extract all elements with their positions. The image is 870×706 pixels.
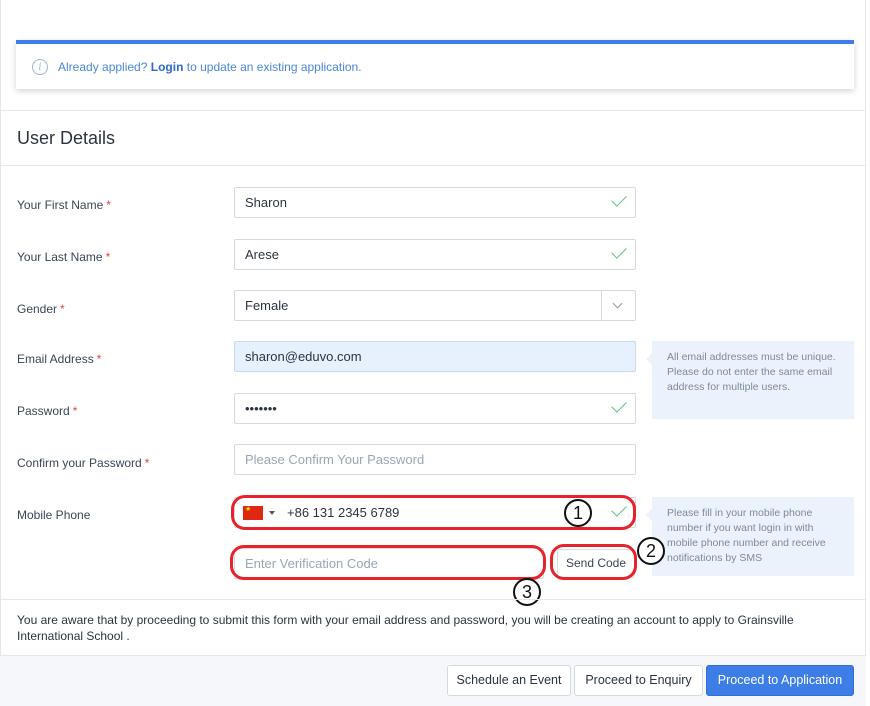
verification-code-input[interactable]: Enter Verification Code (234, 548, 544, 579)
required-marker: * (106, 198, 111, 212)
confirm-password-input[interactable]: Please Confirm Your Password (234, 444, 636, 475)
section-title: User Details (17, 128, 116, 148)
proceed-application-button[interactable]: Proceed to Application (706, 665, 854, 696)
first-name-label: Your First Name * (17, 198, 111, 212)
confirm-password-label-text: Confirm your Password (17, 456, 142, 470)
mobile-phone-label-text: Mobile Phone (17, 508, 91, 522)
password-input[interactable]: ••••••• (234, 393, 636, 424)
banner-message: Already applied? Login to update an exis… (58, 60, 362, 74)
divider (0, 655, 866, 656)
required-marker: * (72, 404, 78, 418)
annotation-badge-2: 2 (637, 537, 665, 565)
divider (0, 165, 866, 166)
consent-text: You are aware that by proceeding to subm… (17, 613, 794, 643)
required-marker: * (144, 456, 150, 470)
password-value: ••••••• (245, 401, 277, 416)
gender-value: Female (245, 298, 289, 313)
confirm-password-label: Confirm your Password * (17, 456, 149, 470)
mobile-hint: Please fill in your mobile phone number … (646, 497, 854, 576)
email-label-text: Email Address (17, 352, 94, 366)
first-name-input[interactable]: Sharon (234, 187, 636, 218)
proceed-enquiry-button[interactable]: Proceed to Enquiry (574, 665, 703, 696)
password-label: Password * (17, 404, 77, 418)
valid-check-icon (611, 397, 627, 413)
last-name-value: Arese (245, 247, 279, 262)
banner-suffix: to update an existing application. (186, 60, 362, 74)
valid-check-icon (611, 191, 627, 207)
password-label-text: Password (17, 404, 70, 418)
gender-dropdown-toggle[interactable] (601, 291, 635, 320)
send-code-button[interactable]: Send Code (557, 549, 635, 578)
banner-prefix: Already applied? (58, 60, 148, 74)
gender-label-text: Gender (17, 302, 58, 316)
login-link[interactable]: Login (151, 60, 184, 74)
email-value: sharon@eduvo.com (245, 349, 362, 364)
divider (0, 110, 866, 111)
china-flag-icon[interactable]: ★ (243, 506, 263, 520)
annotation-badge-1: 1 (564, 499, 592, 527)
confirm-password-placeholder: Please Confirm Your Password (245, 452, 425, 467)
required-marker: * (60, 302, 65, 316)
schedule-event-button[interactable]: Schedule an Event (447, 665, 571, 696)
already-applied-banner: i Already applied? Login to update an ex… (16, 40, 854, 89)
first-name-value: Sharon (245, 195, 287, 210)
email-input[interactable]: sharon@eduvo.com (234, 341, 636, 372)
email-label: Email Address * (17, 352, 101, 366)
country-caret-icon[interactable] (269, 511, 275, 515)
first-name-label-text: Your First Name (17, 198, 104, 212)
last-name-label: Your Last Name * (17, 250, 110, 264)
verification-code-placeholder: Enter Verification Code (245, 556, 378, 571)
required-marker: * (96, 352, 102, 366)
required-marker: * (105, 250, 111, 264)
divider (0, 599, 866, 600)
info-icon: i (32, 59, 48, 75)
flag-star-icon: ★ (245, 506, 252, 513)
annotation-badge-3: 3 (513, 578, 541, 606)
last-name-label-text: Your Last Name (17, 250, 103, 264)
email-hint: All email addresses must be unique. Plea… (646, 341, 854, 419)
gender-label: Gender * (17, 302, 65, 316)
valid-check-icon (611, 243, 627, 259)
last-name-input[interactable]: Arese (234, 239, 636, 270)
chevron-down-icon (612, 298, 623, 309)
mobile-phone-label: Mobile Phone (17, 508, 90, 522)
valid-check-icon (611, 501, 627, 517)
mobile-phone-value: +86 131 2345 6789 (287, 505, 400, 520)
gender-select[interactable]: Female (234, 290, 636, 321)
